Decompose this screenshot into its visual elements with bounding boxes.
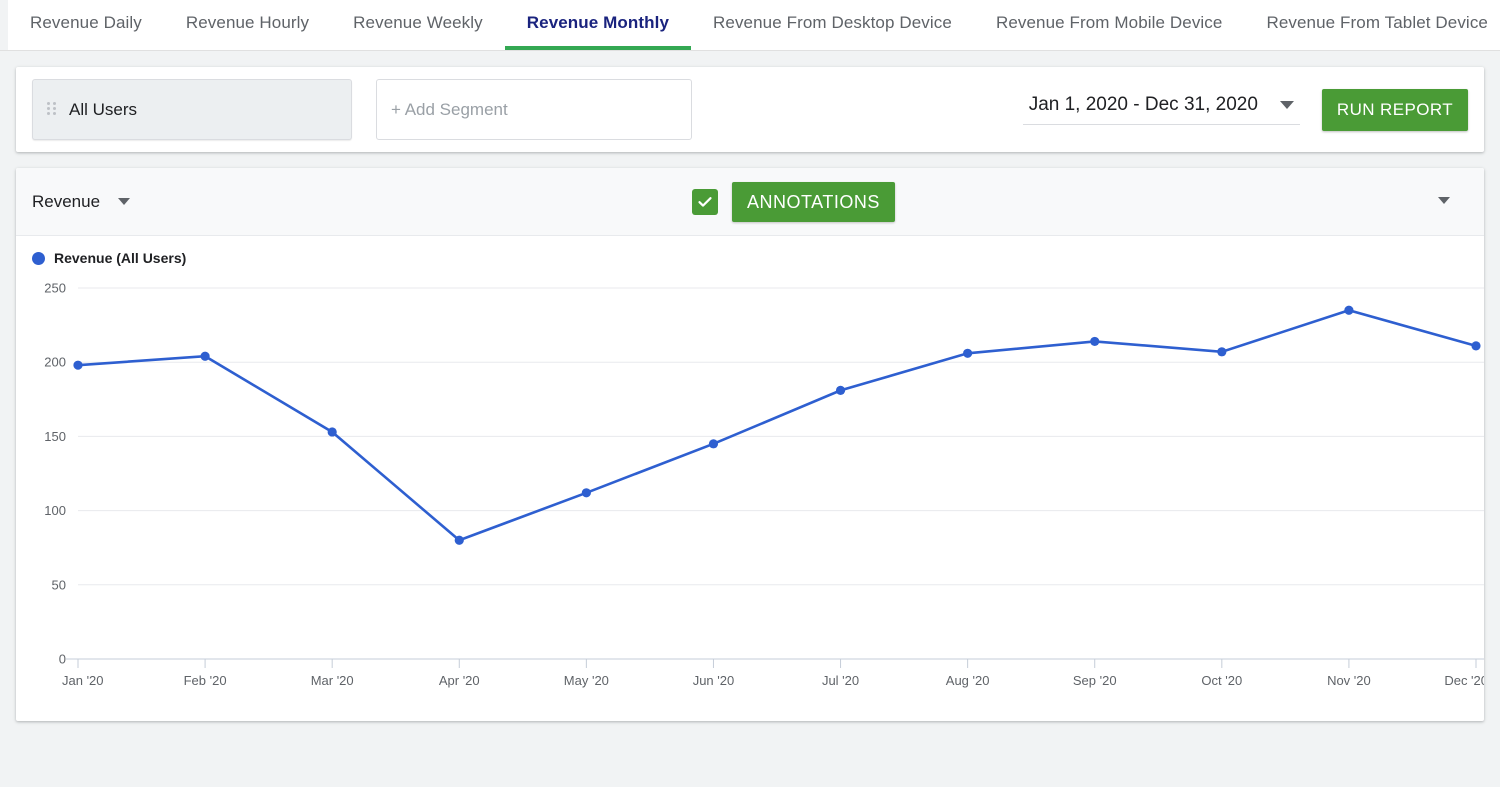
tab-revenue-daily[interactable]: Revenue Daily [8, 0, 164, 50]
legend-series-dot-icon [32, 251, 45, 265]
chart-data-point[interactable] [1344, 305, 1354, 315]
page-body: All Users + Add Segment Jan 1, 2020 - De… [0, 51, 1500, 787]
chart-series-line [77, 308, 1477, 542]
chart-data-point[interactable] [963, 348, 973, 358]
run-report-label: RUN REPORT [1336, 99, 1453, 119]
chart-data-point[interactable] [200, 351, 210, 361]
x-axis-tick-label: Apr '20 [439, 673, 480, 688]
x-axis-tick-label: Feb '20 [184, 673, 227, 688]
date-range-label: Jan 1, 2020 - Dec 31, 2020 [1028, 94, 1258, 115]
chart-x-axis [66, 658, 1484, 668]
y-axis-tick-label: 0 [59, 652, 66, 667]
tab-revenue-from-tablet-device[interactable]: Revenue From Tablet Device [1244, 0, 1500, 50]
tab-revenue-monthly[interactable]: Revenue Monthly [504, 0, 692, 50]
y-axis-tick-label: 250 [44, 281, 66, 296]
chart-data-point[interactable] [581, 488, 591, 498]
tab-label: Revenue Weekly [353, 13, 483, 32]
tab-label: Revenue From Desktop Device [713, 13, 952, 32]
tab-label: Revenue Hourly [185, 13, 310, 32]
segment-chip-all-users[interactable]: All Users [32, 79, 352, 140]
chart-legend: Revenue (All Users) [16, 236, 1484, 266]
chart-header: Revenue ANNOTATIONS [16, 168, 1484, 236]
add-segment-button[interactable]: + Add Segment [376, 79, 692, 140]
revenue-line-chart[interactable]: 0 50 100 150 200 250 Jan '20 Feb '20 Mar '20 Apr… [16, 266, 1484, 696]
chart-x-axis-labels: Jan '20 Feb '20 Mar '20 Apr '20 May '20 Jun '… [62, 673, 1484, 688]
segment-panel: All Users + Add Segment Jan 1, 2020 - De… [16, 67, 1484, 152]
chevron-down-icon [1279, 101, 1294, 109]
annotations-button[interactable]: ANNOTATIONS [732, 182, 895, 222]
x-axis-tick-label: Jan '20 [62, 673, 104, 688]
chart-data-point[interactable] [1471, 341, 1481, 351]
chart-data-point[interactable] [454, 535, 464, 545]
x-axis-tick-label: May '20 [564, 673, 609, 688]
chart-series-points [73, 305, 1481, 545]
chart-data-point[interactable] [327, 427, 337, 437]
x-axis-tick-label: Aug '20 [946, 673, 990, 688]
x-axis-tick-label: Sep '20 [1073, 673, 1117, 688]
annotations-label: ANNOTATIONS [747, 191, 880, 212]
chart-data-point[interactable] [1090, 336, 1100, 347]
chart-data-point[interactable] [1217, 347, 1227, 357]
chart-data-point[interactable] [708, 439, 719, 449]
chart-data-point[interactable] [835, 385, 846, 395]
x-axis-tick-label: Nov '20 [1327, 673, 1371, 688]
y-axis-tick-label: 100 [44, 503, 66, 518]
segment-chip-label: All Users [69, 99, 138, 119]
tab-label: Revenue From Tablet Device [1266, 13, 1488, 32]
run-report-button[interactable]: RUN REPORT [1321, 88, 1468, 131]
metric-selector-label: Revenue [32, 191, 101, 211]
tab-bar-left-edge [0, 0, 8, 50]
metric-selector[interactable]: Revenue [32, 191, 131, 212]
check-icon [698, 197, 712, 207]
tab-revenue-from-mobile-device[interactable]: Revenue From Mobile Device [974, 0, 1245, 50]
x-axis-tick-label: Jul '20 [822, 673, 859, 688]
legend-series-label: Revenue (All Users) [54, 250, 187, 266]
tab-revenue-weekly[interactable]: Revenue Weekly [331, 0, 505, 50]
date-range-picker[interactable]: Jan 1, 2020 - Dec 31, 2020 [1022, 94, 1300, 125]
x-axis-tick-label: Mar '20 [311, 673, 354, 688]
tab-label: Revenue From Mobile Device [995, 13, 1223, 32]
plot-area: 0 50 100 150 200 250 Jan '20 Feb '20 Mar '20 Apr… [16, 266, 1484, 696]
tab-label: Revenue Monthly [526, 13, 670, 32]
tab-label: Revenue Daily [30, 13, 142, 32]
chart-options-chevron-down-icon[interactable] [1438, 197, 1450, 204]
annotations-group: ANNOTATIONS [692, 182, 895, 222]
x-axis-tick-label: Jun '20 [693, 673, 735, 688]
y-axis-tick-label: 200 [44, 355, 66, 370]
tab-bar: Revenue Daily Revenue Hourly Revenue Wee… [0, 0, 1500, 51]
y-axis-tick-label: 150 [44, 429, 66, 444]
date-range-group: Jan 1, 2020 - Dec 31, 2020 RUN REPORT [1022, 88, 1468, 131]
chevron-down-icon [118, 198, 131, 205]
chart-gridlines [78, 287, 1484, 586]
drag-handle-icon [47, 101, 57, 118]
tab-revenue-from-desktop-device[interactable]: Revenue From Desktop Device [691, 0, 974, 50]
y-axis-tick-label: 50 [52, 577, 66, 592]
x-axis-tick-label: Dec '20 [1444, 673, 1484, 688]
chart-data-point[interactable] [73, 360, 83, 370]
chart-y-axis-labels: 0 50 100 150 200 250 [44, 281, 66, 667]
x-axis-tick-label: Oct '20 [1201, 673, 1242, 688]
annotations-checkbox[interactable] [692, 189, 718, 215]
tab-revenue-hourly[interactable]: Revenue Hourly [164, 0, 331, 50]
chart-panel: Revenue ANNOTATIONS Revenue (All Users) [16, 168, 1484, 721]
add-segment-label: + Add Segment [391, 99, 508, 119]
